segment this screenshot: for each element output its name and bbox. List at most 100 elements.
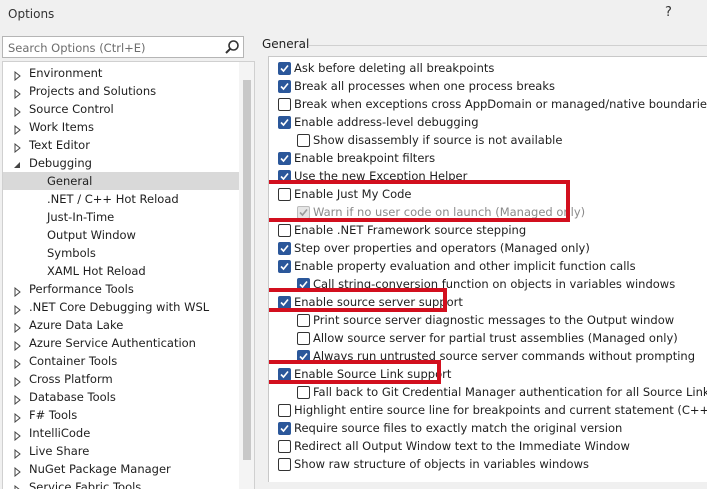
tree-item[interactable]: Performance Tools	[3, 280, 239, 298]
tree-item[interactable]: Azure Service Authentication	[3, 334, 239, 352]
tree-item[interactable]: Container Tools	[3, 352, 239, 370]
tree-item[interactable]: General	[3, 172, 239, 190]
tree-item-label: Debugging	[29, 156, 92, 170]
tree-item[interactable]: F# Tools	[3, 406, 239, 424]
triangle-right-icon[interactable]	[13, 482, 23, 489]
tree-item-label: IntelliCode	[29, 426, 91, 440]
triangle-right-icon[interactable]	[13, 284, 23, 298]
triangle-down-icon[interactable]	[13, 158, 23, 168]
triangle-right-icon[interactable]	[13, 68, 23, 82]
option-label: Allow source server for partial trust as…	[313, 331, 678, 345]
tree-item-label: Just-In-Time	[47, 210, 115, 224]
tree-item-label: Text Editor	[29, 138, 90, 152]
search-placeholder: Search Options (Ctrl+E)	[8, 41, 146, 55]
triangle-right-icon[interactable]	[13, 86, 23, 100]
option-label: Require source files to exactly match th…	[294, 421, 623, 435]
options-list[interactable]: Ask before deleting all breakpoints Break…	[268, 56, 707, 489]
highlight-box	[269, 360, 441, 384]
triangle-right-icon[interactable]	[13, 338, 23, 352]
triangle-right-icon[interactable]	[13, 302, 23, 316]
triangle-right-icon[interactable]	[13, 410, 23, 424]
tree-item[interactable]: Live Share	[3, 442, 239, 460]
tree-item-label: Environment	[29, 66, 103, 80]
triangle-right-icon[interactable]	[13, 428, 23, 442]
option-label: Break when exceptions cross AppDomain or…	[294, 97, 707, 111]
options-category-tree[interactable]: Service Fabric Tools NuGet Package Manage…	[2, 61, 255, 489]
window-title: Options	[8, 7, 55, 21]
option-checkbox[interactable]	[278, 440, 291, 453]
tree-item-label: Azure Service Authentication	[29, 336, 196, 350]
triangle-right-icon[interactable]	[13, 122, 23, 136]
tree-item[interactable]: Cross Platform	[3, 370, 239, 388]
tree-item-label: Output Window	[47, 228, 136, 242]
tree-item[interactable]: Debugging	[3, 154, 239, 172]
tree-item-label: Service Fabric Tools	[29, 480, 142, 489]
option-checkbox[interactable]	[278, 260, 291, 273]
tree-item[interactable]: .NET / C++ Hot Reload	[3, 190, 239, 208]
tree-item-label: Azure Data Lake	[29, 318, 124, 332]
option-checkbox[interactable]	[278, 116, 291, 129]
triangle-right-icon[interactable]	[13, 446, 23, 460]
option-checkbox[interactable]	[278, 62, 291, 75]
option-checkbox[interactable]	[297, 386, 310, 399]
tree-item[interactable]: Just-In-Time	[3, 208, 239, 226]
tree-scrollbar-thumb[interactable]	[243, 80, 251, 460]
tree-item[interactable]: Output Window	[3, 226, 239, 244]
tree-item-label: XAML Hot Reload	[47, 264, 146, 278]
tree-item-label: NuGet Package Manager	[29, 462, 171, 476]
triangle-right-icon[interactable]	[13, 356, 23, 370]
triangle-right-icon[interactable]	[13, 140, 23, 154]
option-label: Fall back to Git Credential Manager auth…	[313, 385, 707, 399]
option-checkbox[interactable]	[278, 152, 291, 165]
tree-item[interactable]: IntelliCode	[3, 424, 239, 442]
tree-item[interactable]: Environment	[3, 64, 239, 82]
triangle-right-icon[interactable]	[13, 320, 23, 334]
option-label: Ask before deleting all breakpoints	[294, 61, 495, 75]
tree-item[interactable]: Database Tools	[3, 388, 239, 406]
tree-item[interactable]: .NET Core Debugging with WSL	[3, 298, 239, 316]
tree-scrollbar[interactable]	[239, 62, 254, 489]
tree-item[interactable]: Text Editor	[3, 136, 239, 154]
tree-item-label: Work Items	[29, 120, 94, 134]
triangle-right-icon[interactable]	[13, 392, 23, 406]
triangle-right-icon[interactable]	[13, 374, 23, 388]
tree-item-label: Live Share	[29, 444, 90, 458]
tree-item-label: General	[47, 174, 93, 188]
tree-item-label: .NET Core Debugging with WSL	[29, 300, 210, 314]
page-title: General	[262, 37, 310, 51]
search-options-input[interactable]: Search Options (Ctrl+E)	[2, 36, 244, 58]
group-divider	[309, 45, 707, 46]
tree-item[interactable]: Projects and Solutions	[3, 82, 239, 100]
option-label: Enable .NET Framework source stepping	[294, 223, 527, 237]
option-checkbox[interactable]	[278, 458, 291, 471]
option-checkbox[interactable]	[278, 98, 291, 111]
option-label: Redirect all Output Window text to the I…	[294, 439, 630, 453]
search-icon[interactable]	[223, 38, 241, 56]
option-checkbox[interactable]	[278, 422, 291, 435]
option-checkbox[interactable]	[297, 332, 310, 345]
tree-item-label: .NET / C++ Hot Reload	[47, 192, 179, 206]
tree-item[interactable]: Source Control	[3, 100, 239, 118]
tree-item-label: Projects and Solutions	[29, 84, 157, 98]
option-checkbox[interactable]	[297, 134, 310, 147]
option-checkbox[interactable]	[278, 242, 291, 255]
help-button[interactable]: ?	[665, 5, 672, 20]
tree-item[interactable]: Service Fabric Tools	[3, 478, 239, 489]
highlight-box	[269, 180, 570, 222]
tree-item[interactable]: NuGet Package Manager	[3, 460, 239, 478]
title-bar: Options ?	[0, 0, 707, 30]
tree-item[interactable]: Work Items	[3, 118, 239, 136]
tree-item[interactable]: Azure Data Lake	[3, 316, 239, 334]
option-checkbox[interactable]	[278, 404, 291, 417]
option-label: Show disassembly if source is not availa…	[313, 133, 563, 147]
tree-item[interactable]: Symbols	[3, 244, 239, 262]
tree-item-label: Symbols	[47, 246, 96, 260]
triangle-right-icon[interactable]	[13, 464, 23, 478]
option-checkbox[interactable]	[297, 314, 310, 327]
option-checkbox[interactable]	[278, 224, 291, 237]
triangle-right-icon[interactable]	[13, 104, 23, 118]
option-checkbox[interactable]	[278, 80, 291, 93]
tree-item[interactable]: XAML Hot Reload	[3, 262, 239, 280]
option-label: Enable property evaluation and other imp…	[294, 259, 636, 273]
options-horizontal-scrollbar[interactable]	[268, 482, 707, 489]
